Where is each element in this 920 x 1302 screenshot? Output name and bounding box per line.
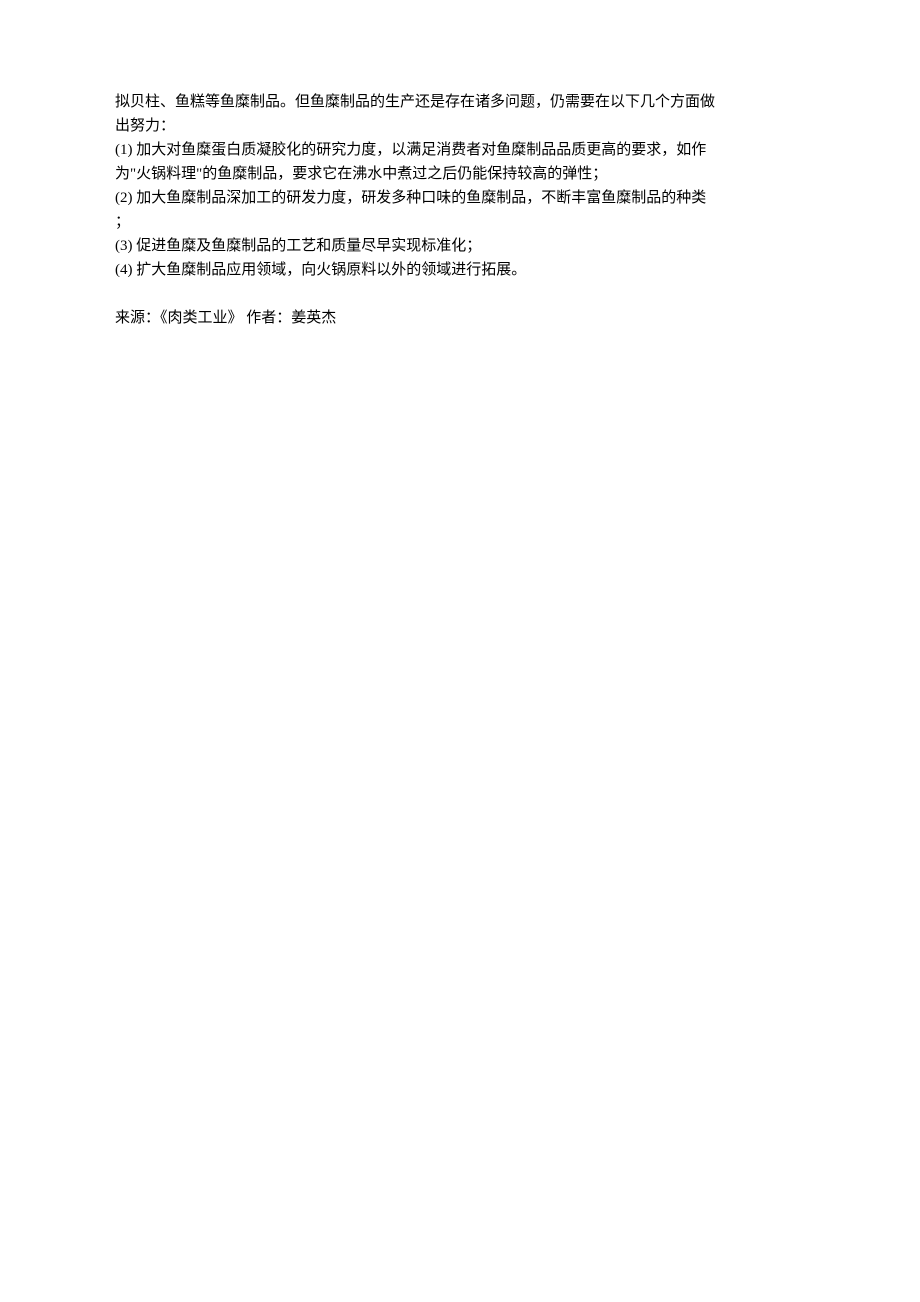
item2-text-line2: ； xyxy=(115,214,130,230)
list-item-3: (3) 促进鱼糜及鱼糜制品的工艺和质量尽早实现标准化； xyxy=(115,234,805,258)
list-item-1: (1) 加大对鱼糜蛋白质凝胶化的研究力度，以满足消费者对鱼糜制品品质更高的要求，… xyxy=(115,138,805,186)
document-content: 拟贝柱、鱼糕等鱼糜制品。但鱼糜制品的生产还是存在诸多问题，仍需要在以下几个方面做… xyxy=(115,90,805,330)
source-text: 来源：《肉类工业》 作者：姜英杰 xyxy=(115,310,336,326)
list-item-4: (4) 扩大鱼糜制品应用领域，向火锅原料以外的领域进行拓展。 xyxy=(115,258,805,282)
item1-text-line2: 为"火锅料理"的鱼糜制品，要求它在沸水中煮过之后仍能保持较高的弹性； xyxy=(115,166,607,182)
intro-paragraph: 拟贝柱、鱼糕等鱼糜制品。但鱼糜制品的生产还是存在诸多问题，仍需要在以下几个方面做… xyxy=(115,90,805,138)
source-attribution: 来源：《肉类工业》 作者：姜英杰 xyxy=(115,306,805,330)
list-item-2: (2) 加大鱼糜制品深加工的研发力度，研发多种口味的鱼糜制品，不断丰富鱼糜制品的… xyxy=(115,186,805,234)
item1-text-line1: (1) 加大对鱼糜蛋白质凝胶化的研究力度，以满足消费者对鱼糜制品品质更高的要求，… xyxy=(115,142,706,158)
intro-text-line2: 出努力： xyxy=(115,118,175,134)
intro-text-line1: 拟贝柱、鱼糕等鱼糜制品。但鱼糜制品的生产还是存在诸多问题，仍需要在以下几个方面做 xyxy=(115,94,715,110)
item3-text: (3) 促进鱼糜及鱼糜制品的工艺和质量尽早实现标准化； xyxy=(115,238,481,254)
item2-text-line1: (2) 加大鱼糜制品深加工的研发力度，研发多种口味的鱼糜制品，不断丰富鱼糜制品的… xyxy=(115,190,706,206)
item4-text: (4) 扩大鱼糜制品应用领域，向火锅原料以外的领域进行拓展。 xyxy=(115,262,526,278)
